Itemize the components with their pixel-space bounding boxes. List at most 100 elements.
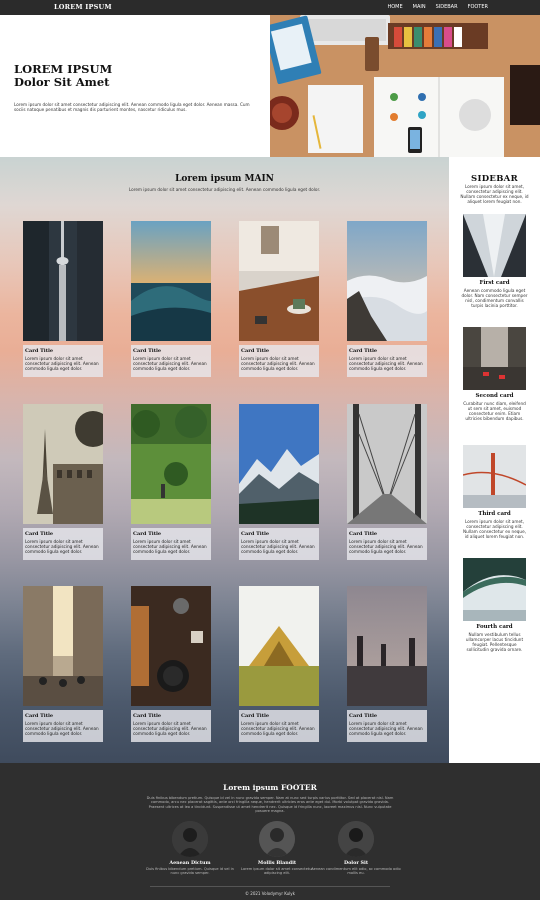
main-subtitle: Lorem ipsum dolor sit amet consectetur a… xyxy=(128,187,321,192)
footer-divider xyxy=(150,886,390,887)
sidebar-card-title: Fourth card xyxy=(476,624,513,630)
card-title: Card Title xyxy=(133,713,162,719)
card-text: Lorem ipsum dolor sit amet consectetur a… xyxy=(133,539,207,554)
avatar xyxy=(172,821,208,857)
city-traffic-photo xyxy=(463,327,526,390)
sidebar-card-title: First card xyxy=(479,280,510,286)
card-text: Lorem ipsum dolor sit amet consectetur a… xyxy=(241,539,315,554)
sidebar-card-text: Aenean commodo ligula eget dolor. Nam co… xyxy=(461,288,528,308)
card[interactable]: Card Title Lorem ipsum dolor sit amet co… xyxy=(131,404,211,560)
card-body: Card Title Lorem ipsum dolor sit amet co… xyxy=(239,528,319,560)
footer-person-name: Mollis Blandit xyxy=(257,860,297,866)
footer-person-desc: Lorem ipsum dolor sit amet consectetur a… xyxy=(241,867,313,876)
card-text: Lorem ipsum dolor sit amet consectetur a… xyxy=(25,539,99,554)
nav-link-main[interactable]: MAIN xyxy=(413,4,426,10)
nav-links: HOME MAIN SIDEBAR FOOTER xyxy=(387,4,488,10)
card[interactable]: Card Title Lorem ipsum dolor sit amet co… xyxy=(23,404,103,560)
card-text: Lorem ipsum dolor sit amet consectetur a… xyxy=(133,721,207,736)
sidebar-card-title: Third card xyxy=(478,511,511,517)
ocean-wave-photo xyxy=(131,221,211,341)
avatar xyxy=(338,821,374,857)
footer-person: Dolor Sit Aenean condimentum elit odio, … xyxy=(311,821,401,876)
card[interactable]: Card Title Lorem ipsum dolor sit amet co… xyxy=(131,586,211,742)
card-body: Card Title Lorem ipsum dolor sit amet co… xyxy=(131,345,211,377)
copyright: © 2021 Volodymyr Kulyk xyxy=(245,891,295,896)
card-text: Lorem ipsum dolor sit amet consectetur a… xyxy=(349,539,423,554)
kitchen-spices-photo xyxy=(131,586,211,706)
clouds-mountain-photo xyxy=(347,221,427,341)
card[interactable]: Card Title Lorem ipsum dolor sit amet co… xyxy=(131,221,211,377)
sidebar-card-text: Nullam vestibulum tellus ullamcorper lac… xyxy=(465,632,524,652)
card-title: Card Title xyxy=(25,348,54,354)
sidebar-card-first[interactable]: First card Aenean commodo ligula eget do… xyxy=(449,214,540,324)
hero-title-line1: LOREM IPSUM xyxy=(14,62,113,76)
card-title: Card Title xyxy=(241,531,270,537)
sidebar-card-title: Second card xyxy=(475,393,514,399)
card-title: Card Title xyxy=(241,713,270,719)
card-text: Lorem ipsum dolor sit amet consectetur a… xyxy=(25,721,99,736)
card[interactable]: Card Title Lorem ipsum dolor sit amet co… xyxy=(347,221,427,377)
footer-title: Lorem ipsum FOOTER xyxy=(223,783,317,792)
main-title: Lorem ipsum MAIN xyxy=(175,174,274,184)
sidebar: SIDEBAR Lorem ipsum dolor sit amet, cons… xyxy=(449,157,540,763)
card-body: Card Title Lorem ipsum dolor sit amet co… xyxy=(239,710,319,742)
desk-illustration xyxy=(270,15,540,157)
card[interactable]: Card Title Lorem ipsum dolor sit amet co… xyxy=(347,404,427,560)
card[interactable]: Card Title Lorem ipsum dolor sit amet co… xyxy=(239,404,319,560)
card-body: Card Title Lorem ipsum dolor sit amet co… xyxy=(131,710,211,742)
nav-link-footer[interactable]: FOOTER xyxy=(468,4,488,10)
footer-person-desc: Duis finibus bibendum pretium. Quisque i… xyxy=(146,867,234,876)
hero-text: Lorem ipsum dolor sit amet consectetur a… xyxy=(14,102,250,113)
card[interactable]: Card Title Lorem ipsum dolor sit amet co… xyxy=(23,586,103,742)
city-tower-photo xyxy=(23,221,103,341)
hero-title-line2: Dolor Sit Amet xyxy=(14,75,110,89)
avatar xyxy=(259,821,295,857)
card-text: Lorem ipsum dolor sit amet consectetur a… xyxy=(241,721,315,736)
card[interactable]: Card Title Lorem ipsum dolor sit amet co… xyxy=(239,221,319,377)
sidebar-card-fourth[interactable]: Fourth card Nullam vestibulum tellus ull… xyxy=(449,558,540,668)
golden-gate-photo xyxy=(463,445,526,508)
card[interactable]: Card Title Lorem ipsum dolor sit amet co… xyxy=(23,221,103,377)
card[interactable]: Card Title Lorem ipsum dolor sit amet co… xyxy=(239,586,319,742)
card-title: Card Title xyxy=(349,348,378,354)
hero-desk-photo xyxy=(270,15,540,157)
card-body: Card Title Lorem ipsum dolor sit amet co… xyxy=(23,710,103,742)
card-body: Card Title Lorem ipsum dolor sit amet co… xyxy=(23,345,103,377)
nav-link-sidebar[interactable]: SIDEBAR xyxy=(436,4,458,10)
footer-person: Mollis Blandit Lorem ipsum dolor sit ame… xyxy=(232,821,322,876)
card-title: Card Title xyxy=(349,713,378,719)
card-body: Card Title Lorem ipsum dolor sit amet co… xyxy=(347,528,427,560)
card-title: Card Title xyxy=(133,531,162,537)
card-text: Lorem ipsum dolor sit amet consectetur a… xyxy=(241,356,315,371)
sidebar-title: SIDEBAR xyxy=(471,174,518,184)
footer-text: Duis finibus bibendum pretium. Quisque i… xyxy=(146,796,394,814)
card-body: Card Title Lorem ipsum dolor sit amet co… xyxy=(347,345,427,377)
hero-section: LOREM IPSUM Dolor Sit Amet Lorem ipsum d… xyxy=(0,15,540,157)
sidebar-card-second[interactable]: Second card Curabitur nunc diam, eleifen… xyxy=(449,327,540,437)
city-street-crowd-photo xyxy=(23,586,103,706)
footer-person-name: Aenean Dictum xyxy=(169,860,211,866)
brand-logo[interactable]: LOREM IPSUM xyxy=(54,3,112,11)
card-body: Card Title Lorem ipsum dolor sit amet co… xyxy=(131,528,211,560)
footer: Lorem ipsum FOOTER Duis finibus bibendum… xyxy=(0,763,540,900)
card-text: Lorem ipsum dolor sit amet consectetur a… xyxy=(25,356,99,371)
bridge-underside-photo xyxy=(463,558,526,621)
tent-photo xyxy=(239,586,319,706)
sidebar-card-text: Curabitur nunc diam, eleifend ut sem sit… xyxy=(463,401,526,421)
card-text: Lorem ipsum dolor sit amet consectetur a… xyxy=(133,356,207,371)
card-text: Lorem ipsum dolor sit amet consectetur a… xyxy=(349,721,423,736)
card-body: Card Title Lorem ipsum dolor sit amet co… xyxy=(347,710,427,742)
skyscrapers-photo xyxy=(463,214,526,277)
statue-bridge-photo xyxy=(347,586,427,706)
card[interactable]: Card Title Lorem ipsum dolor sit amet co… xyxy=(347,586,427,742)
sidebar-card-third[interactable]: Third card Lorem ipsum dolor sit amet, c… xyxy=(449,445,540,555)
sidebar-intro: Lorem ipsum dolor sit amet, consectetur … xyxy=(460,184,529,204)
footer-person: Aenean Dictum Duis finibus bibendum pret… xyxy=(145,821,235,876)
sidebar-card-text: Lorem ipsum dolor sit amet, consectetur … xyxy=(463,519,526,539)
hero-title: LOREM IPSUM Dolor Sit Amet xyxy=(14,63,112,89)
card-title: Card Title xyxy=(25,531,54,537)
main-section: Lorem ipsum MAIN Lorem ipsum dolor sit a… xyxy=(0,157,449,763)
nav-link-home[interactable]: HOME xyxy=(387,4,402,10)
top-nav: LOREM IPSUM HOME MAIN SIDEBAR FOOTER xyxy=(0,0,540,15)
card-title: Card Title xyxy=(133,348,162,354)
